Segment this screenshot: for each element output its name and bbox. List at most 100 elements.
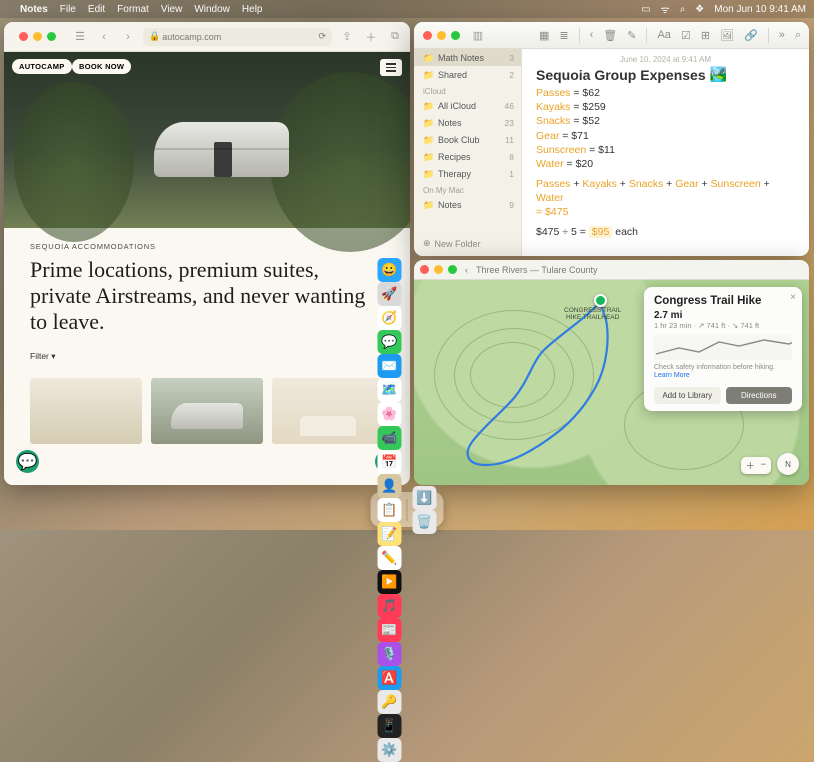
sidebar-toggle-icon[interactable]: ▥ [469, 27, 487, 44]
link-icon[interactable]: 🔗 [744, 29, 758, 42]
dock-maps[interactable]: 🗺️ [378, 378, 402, 402]
dock-podcasts[interactable]: 🎙️ [378, 642, 402, 666]
sidebar-item[interactable]: 📁Therapy1 [414, 165, 521, 182]
icloud-header: iCloud [414, 83, 521, 97]
control-center-icon[interactable]: ❖ [695, 4, 704, 15]
sidebar-item[interactable]: 📁Notes23 [414, 114, 521, 131]
dock-facetime[interactable]: 📹 [378, 426, 402, 450]
media-icon[interactable]: 🖼 [720, 29, 734, 42]
dock-mail[interactable]: ✉️ [378, 354, 402, 378]
hamburger-icon[interactable] [380, 59, 402, 76]
dock-notes[interactable]: 📝 [378, 522, 402, 546]
dock-photos[interactable]: 🌸 [378, 402, 402, 426]
notes-traffic-lights[interactable] [414, 31, 469, 40]
chat-fab[interactable]: 💬 [16, 450, 39, 473]
sidebar-item-count: 8 [509, 152, 514, 162]
dock-finder[interactable]: 😀 [378, 258, 402, 282]
search-icon[interactable]: ⌕ [795, 29, 801, 42]
dock-passwords[interactable]: 🔑 [378, 690, 402, 714]
wifi-icon[interactable]: ᯤ [661, 2, 670, 16]
dock-news[interactable]: 📰 [378, 618, 402, 642]
dock-music[interactable]: 🎵 [378, 594, 402, 618]
menu-edit[interactable]: Edit [88, 4, 105, 15]
sidebar-item-label: Shared [438, 70, 467, 80]
learn-more-link[interactable]: Learn More [654, 372, 690, 379]
share-icon[interactable]: ⇪ [338, 28, 356, 45]
app-name[interactable]: Notes [20, 4, 48, 15]
thumb-1[interactable] [30, 378, 142, 444]
expense-line: Snacks = $52 [536, 114, 795, 128]
back-icon[interactable]: ‹ [590, 29, 594, 41]
tabs-icon[interactable]: ⧉ [386, 28, 404, 45]
forward-icon[interactable]: › [119, 28, 137, 45]
destination-pin[interactable] [594, 294, 607, 307]
thumb-3[interactable] [272, 378, 384, 444]
compose-icon[interactable]: ✎ [627, 29, 636, 42]
dock-contacts[interactable]: 👤 [378, 474, 402, 498]
checklist-icon[interactable]: ☑ [681, 29, 691, 42]
dock-launchpad[interactable]: 🚀 [378, 282, 402, 306]
dock-freeform[interactable]: ✏️ [378, 546, 402, 570]
clock[interactable]: Mon Jun 10 9:41 AM [714, 4, 806, 15]
sidebar-item[interactable]: 📁Recipes8 [414, 148, 521, 165]
dock-appstore[interactable]: 🅰️ [378, 666, 402, 690]
format-icon[interactable]: Aa [657, 29, 670, 41]
sidebar-item[interactable]: 📁Book Club11 [414, 131, 521, 148]
add-to-library-button[interactable]: Add to Library [654, 387, 721, 404]
menu-format[interactable]: Format [117, 4, 149, 15]
thumbnails [4, 378, 410, 444]
spotlight-icon[interactable]: ⌕ [680, 4, 686, 15]
close-icon[interactable]: × [790, 292, 796, 303]
thumb-2[interactable] [151, 378, 263, 444]
table-icon[interactable]: ⊞ [701, 29, 710, 42]
dock-reminders[interactable]: 📋 [378, 498, 402, 522]
safari-traffic-lights[interactable] [10, 25, 65, 48]
dock-settings[interactable]: ⚙️ [378, 738, 402, 762]
battery-icon[interactable]: ▭ [641, 4, 650, 15]
dock-calendar[interactable]: 📅 [378, 450, 402, 474]
sidebar-item[interactable]: 📁Math Notes3 [414, 49, 521, 66]
headline: Prime locations, premium suites, private… [30, 257, 384, 335]
dock-messages[interactable]: 💬 [378, 330, 402, 354]
url-text: autocamp.com [162, 32, 221, 42]
gallery-view-icon[interactable]: ▦ [539, 29, 549, 42]
sidebar-item[interactable]: 📁Notes9 [414, 196, 521, 213]
menu-view[interactable]: View [161, 4, 183, 15]
reload-icon[interactable]: ⟳ [318, 31, 326, 42]
sidebar-toggle-icon[interactable]: ☰ [71, 28, 89, 45]
note-editor[interactable]: June 10, 2024 at 9:41 AM Sequoia Group E… [522, 49, 809, 256]
back-icon[interactable]: ‹ [95, 28, 113, 45]
zoom-control[interactable]: ＋− [741, 457, 771, 474]
dock-iphone-mirror[interactable]: 📱 [378, 714, 402, 738]
trash-icon[interactable]: 🗑 [603, 29, 617, 42]
menu-file[interactable]: File [60, 4, 76, 15]
sidebar-item-label: Notes [438, 118, 462, 128]
new-folder-button[interactable]: ⊕ New Folder [414, 233, 521, 256]
dock-safari[interactable]: 🧭 [378, 306, 402, 330]
dock-separator [407, 499, 408, 521]
filter-dropdown[interactable]: Filter ▾ [30, 351, 384, 362]
expense-line: Kayaks = $259 [536, 100, 795, 114]
menu-help[interactable]: Help [242, 4, 263, 15]
safari-toolbar: ☰ ‹ › 🔒 autocamp.com ⟳ ⇪ ＋ ⧉ [4, 22, 410, 52]
list-view-icon[interactable]: ≣ [559, 29, 568, 42]
folder-icon: 📁 [423, 53, 433, 63]
sidebar-item[interactable]: 📁All iCloud46 [414, 97, 521, 114]
url-bar[interactable]: 🔒 autocamp.com ⟳ [143, 28, 332, 46]
directions-button[interactable]: Directions [726, 387, 793, 404]
sidebar-item[interactable]: 📁Shared2 [414, 66, 521, 83]
trail-note: Check safety information before hiking. … [654, 364, 792, 381]
book-now-button[interactable]: BOOK NOW [72, 59, 131, 74]
logo[interactable]: AUTOCAMP [12, 59, 72, 74]
map-canvas[interactable]: CONGRESS TRAILHIKE TRAILHEAD × Congress … [414, 280, 809, 485]
menu-window[interactable]: Window [194, 4, 230, 15]
maps-traffic-lights[interactable] [420, 265, 457, 274]
sidebar-item-label: Recipes [438, 152, 471, 162]
sidebar-item-count: 2 [509, 70, 514, 80]
back-icon[interactable]: ‹ [465, 265, 468, 275]
dock-downloads[interactable]: ⬇️ [413, 486, 437, 510]
more-icon[interactable]: » [779, 29, 785, 41]
compass[interactable]: N [777, 453, 799, 475]
newtab-icon[interactable]: ＋ [362, 28, 380, 45]
dock-tv[interactable]: ▶️ [378, 570, 402, 594]
